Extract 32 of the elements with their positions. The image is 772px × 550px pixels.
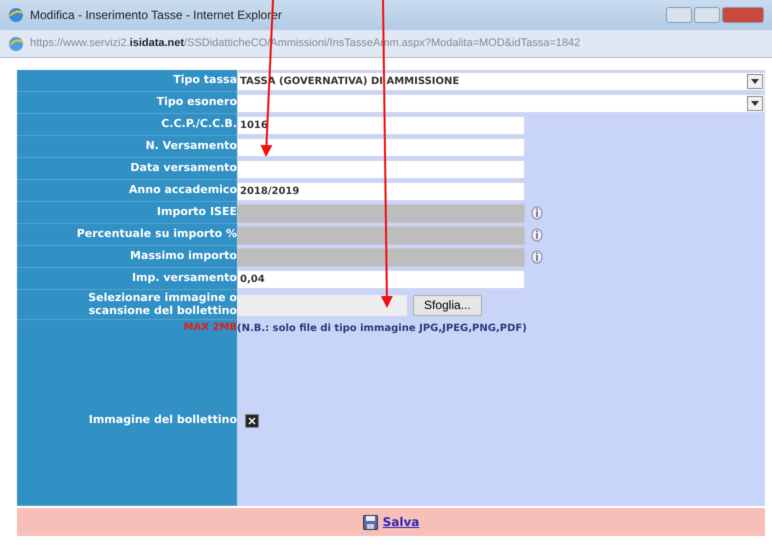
input-field[interactable]: 2018/2019 [237, 182, 525, 200]
browse-button[interactable]: Sfoglia... [413, 294, 482, 316]
broken-image-icon [245, 414, 259, 428]
file-path-field[interactable] [237, 294, 407, 316]
close-button[interactable] [722, 7, 764, 23]
browser-icon [8, 7, 24, 23]
input-field[interactable] [237, 138, 525, 156]
field-label: Importo ISEE [156, 206, 237, 219]
input-field[interactable]: 0,04 [237, 270, 525, 288]
minimize-button[interactable] [666, 7, 692, 23]
info-icon[interactable] [531, 250, 543, 264]
field-label: Selezionare immagine o scansione del bollettino [87, 292, 237, 318]
field-label: C.C.P./C.C.B. [161, 118, 237, 131]
field-label: Imp. versamento [132, 272, 237, 285]
file-type-note: (N.B.: solo file di tipo immagine JPG,JPEG,PNG,PDF) [237, 322, 527, 336]
save-icon [362, 514, 378, 530]
save-link[interactable]: Salva [382, 513, 420, 531]
field-label: N. Versamento [145, 140, 237, 153]
maximize-button[interactable] [694, 7, 720, 23]
field-label: Percentuale su importo % [76, 228, 237, 241]
info-icon[interactable] [531, 228, 543, 242]
field-label: Data versamento [130, 162, 237, 175]
info-icon[interactable] [531, 206, 543, 220]
size-limit-text: MAX 2MB [184, 322, 237, 334]
page-icon [8, 36, 24, 52]
select-field[interactable] [237, 94, 765, 112]
field-label: Immagine del bollettino [88, 414, 237, 427]
field-label: Tipo esonero [156, 96, 237, 109]
field-label: Massimo importo [130, 250, 237, 263]
field-label: Tipo tassa [173, 74, 237, 87]
input-field[interactable] [237, 160, 525, 178]
field-label: Anno accademico [128, 184, 237, 197]
